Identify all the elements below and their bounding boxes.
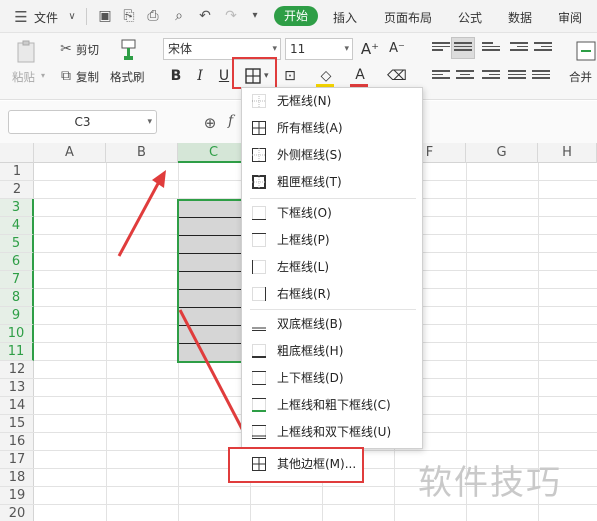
thick-bottom-border-icon [252, 344, 266, 358]
menu-item-label: 上框线和双下框线(U) [277, 425, 392, 439]
menu-item-label: 上框线和粗下框线(C) [277, 398, 391, 412]
menu-item-double-bottom-border[interactable]: 双底框线(B) [242, 311, 422, 338]
no-border-icon [252, 94, 266, 108]
menu-item-label: 左框线(L) [277, 260, 330, 274]
menu-item-top-bottom-border[interactable]: 上下框线(D) [242, 365, 422, 392]
borders-dropdown-menu: 无框线(N) 所有框线(A) 外侧框线(S) 粗匣框线(T) 下框线(O) 上框… [241, 87, 423, 449]
top-double-bottom-border-icon [252, 425, 266, 439]
menu-item-label: 外侧框线(S) [277, 148, 342, 162]
red-arrowhead [152, 170, 166, 188]
menu-separator [250, 198, 416, 199]
thick-box-border-icon [252, 175, 266, 189]
menu-item-label: 右框线(R) [277, 287, 331, 301]
menu-item-top-thick-bottom-border[interactable]: 上框线和粗下框线(C) [242, 392, 422, 419]
menu-item-no-border[interactable]: 无框线(N) [242, 88, 422, 115]
double-bottom-border-icon [252, 327, 266, 331]
top-border-icon [252, 233, 266, 247]
menu-item-label: 粗底框线(H) [277, 344, 344, 358]
menu-item-left-border[interactable]: 左框线(L) [242, 254, 422, 281]
top-thick-bottom-border-icon [252, 398, 266, 412]
menu-item-top-double-bottom-border[interactable]: 上框线和双下框线(U) [242, 419, 422, 446]
menu-item-right-border[interactable]: 右框线(R) [242, 281, 422, 308]
menu-separator [250, 309, 416, 310]
menu-item-thick-box-border[interactable]: 粗匣框线(T) [242, 169, 422, 196]
menu-item-label: 上框线(P) [277, 233, 330, 247]
menu-item-label: 所有框线(A) [277, 121, 343, 135]
menu-item-label: 双底框线(B) [277, 317, 343, 331]
right-border-icon [252, 287, 266, 301]
menu-item-outside-borders[interactable]: 外侧框线(S) [242, 142, 422, 169]
menu-item-top-border[interactable]: 上框线(P) [242, 227, 422, 254]
menu-item-label: 上下框线(D) [277, 371, 344, 385]
top-bottom-border-icon [252, 371, 266, 385]
menu-item-label: 粗匣框线(T) [277, 175, 342, 189]
menu-item-bottom-border[interactable]: 下框线(O) [242, 200, 422, 227]
red-arrow-up [117, 177, 163, 257]
menu-item-all-borders[interactable]: 所有框线(A) [242, 115, 422, 142]
left-border-icon [252, 260, 266, 274]
watermark-text: 软件技巧 [418, 463, 562, 503]
menu-item-label: 无框线(N) [277, 94, 332, 108]
bottom-border-icon [252, 206, 266, 220]
spreadsheet-app: ☰ 文件 ∨ ▣ ⎘ ⎙ ⌕ ↶ ↷ ▾ 开始 插入 页面布局 公式 数据 审阅… [0, 0, 597, 521]
more-borders-highlight [228, 447, 364, 483]
outside-borders-icon [252, 148, 266, 162]
menu-item-label: 下框线(O) [277, 206, 332, 220]
menu-item-thick-bottom-border[interactable]: 粗底框线(H) [242, 338, 422, 365]
all-borders-icon [252, 121, 266, 135]
